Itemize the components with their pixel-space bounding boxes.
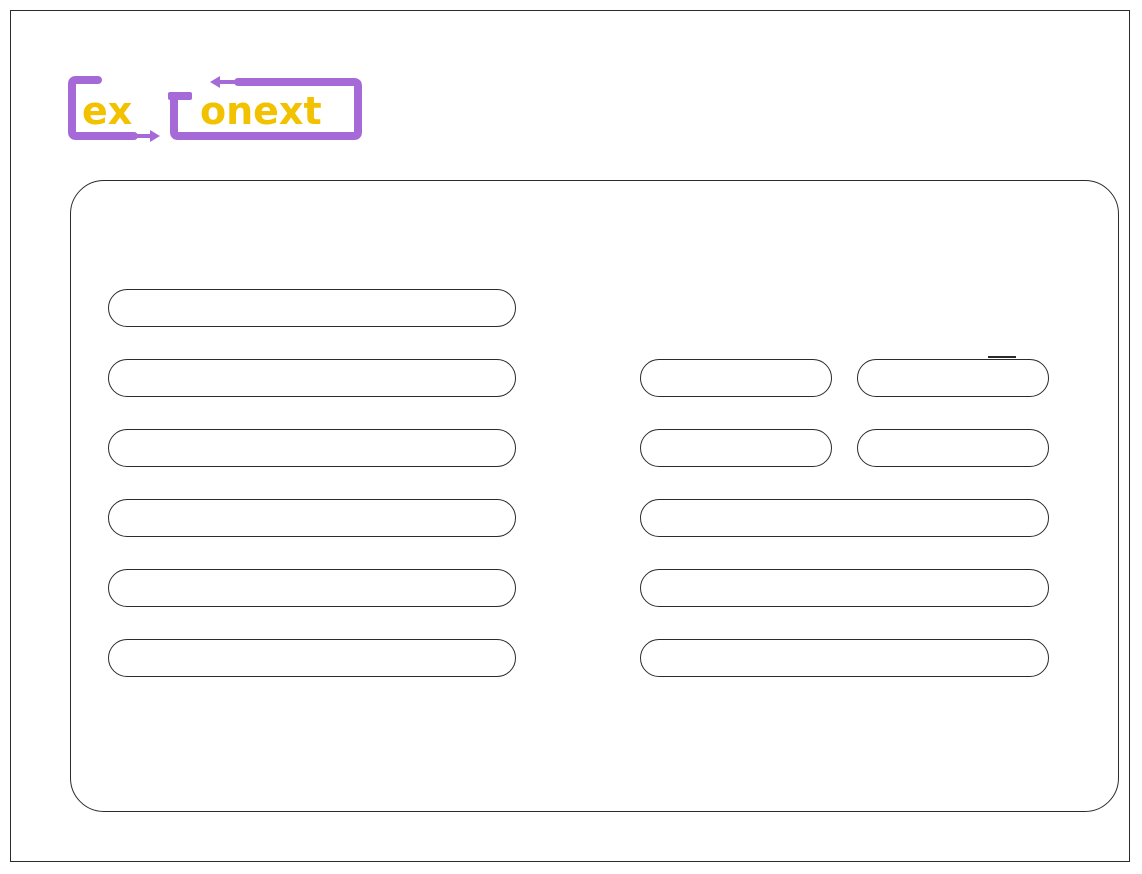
extonext-logo: ex t onext — [64, 72, 374, 152]
right-field-short-1[interactable] — [640, 359, 832, 397]
left-field-6[interactable] — [108, 639, 516, 677]
right-field-short-3[interactable] — [640, 429, 832, 467]
left-field-4[interactable] — [108, 499, 516, 537]
right-field-short-4[interactable] — [857, 429, 1049, 467]
right-field-wide-2[interactable] — [640, 569, 1049, 607]
right-field-wide-3[interactable] — [640, 639, 1049, 677]
field-divider-mark — [988, 356, 1016, 358]
right-field-wide-1[interactable] — [640, 499, 1049, 537]
left-field-3[interactable] — [108, 429, 516, 467]
right-field-short-2[interactable] — [857, 359, 1049, 397]
left-field-2[interactable] — [108, 359, 516, 397]
logo-text-left: ex — [82, 89, 132, 133]
form-card — [70, 180, 1119, 812]
left-field-1[interactable] — [108, 289, 516, 327]
left-field-5[interactable] — [108, 569, 516, 607]
logo-text-right: onext — [200, 89, 322, 133]
